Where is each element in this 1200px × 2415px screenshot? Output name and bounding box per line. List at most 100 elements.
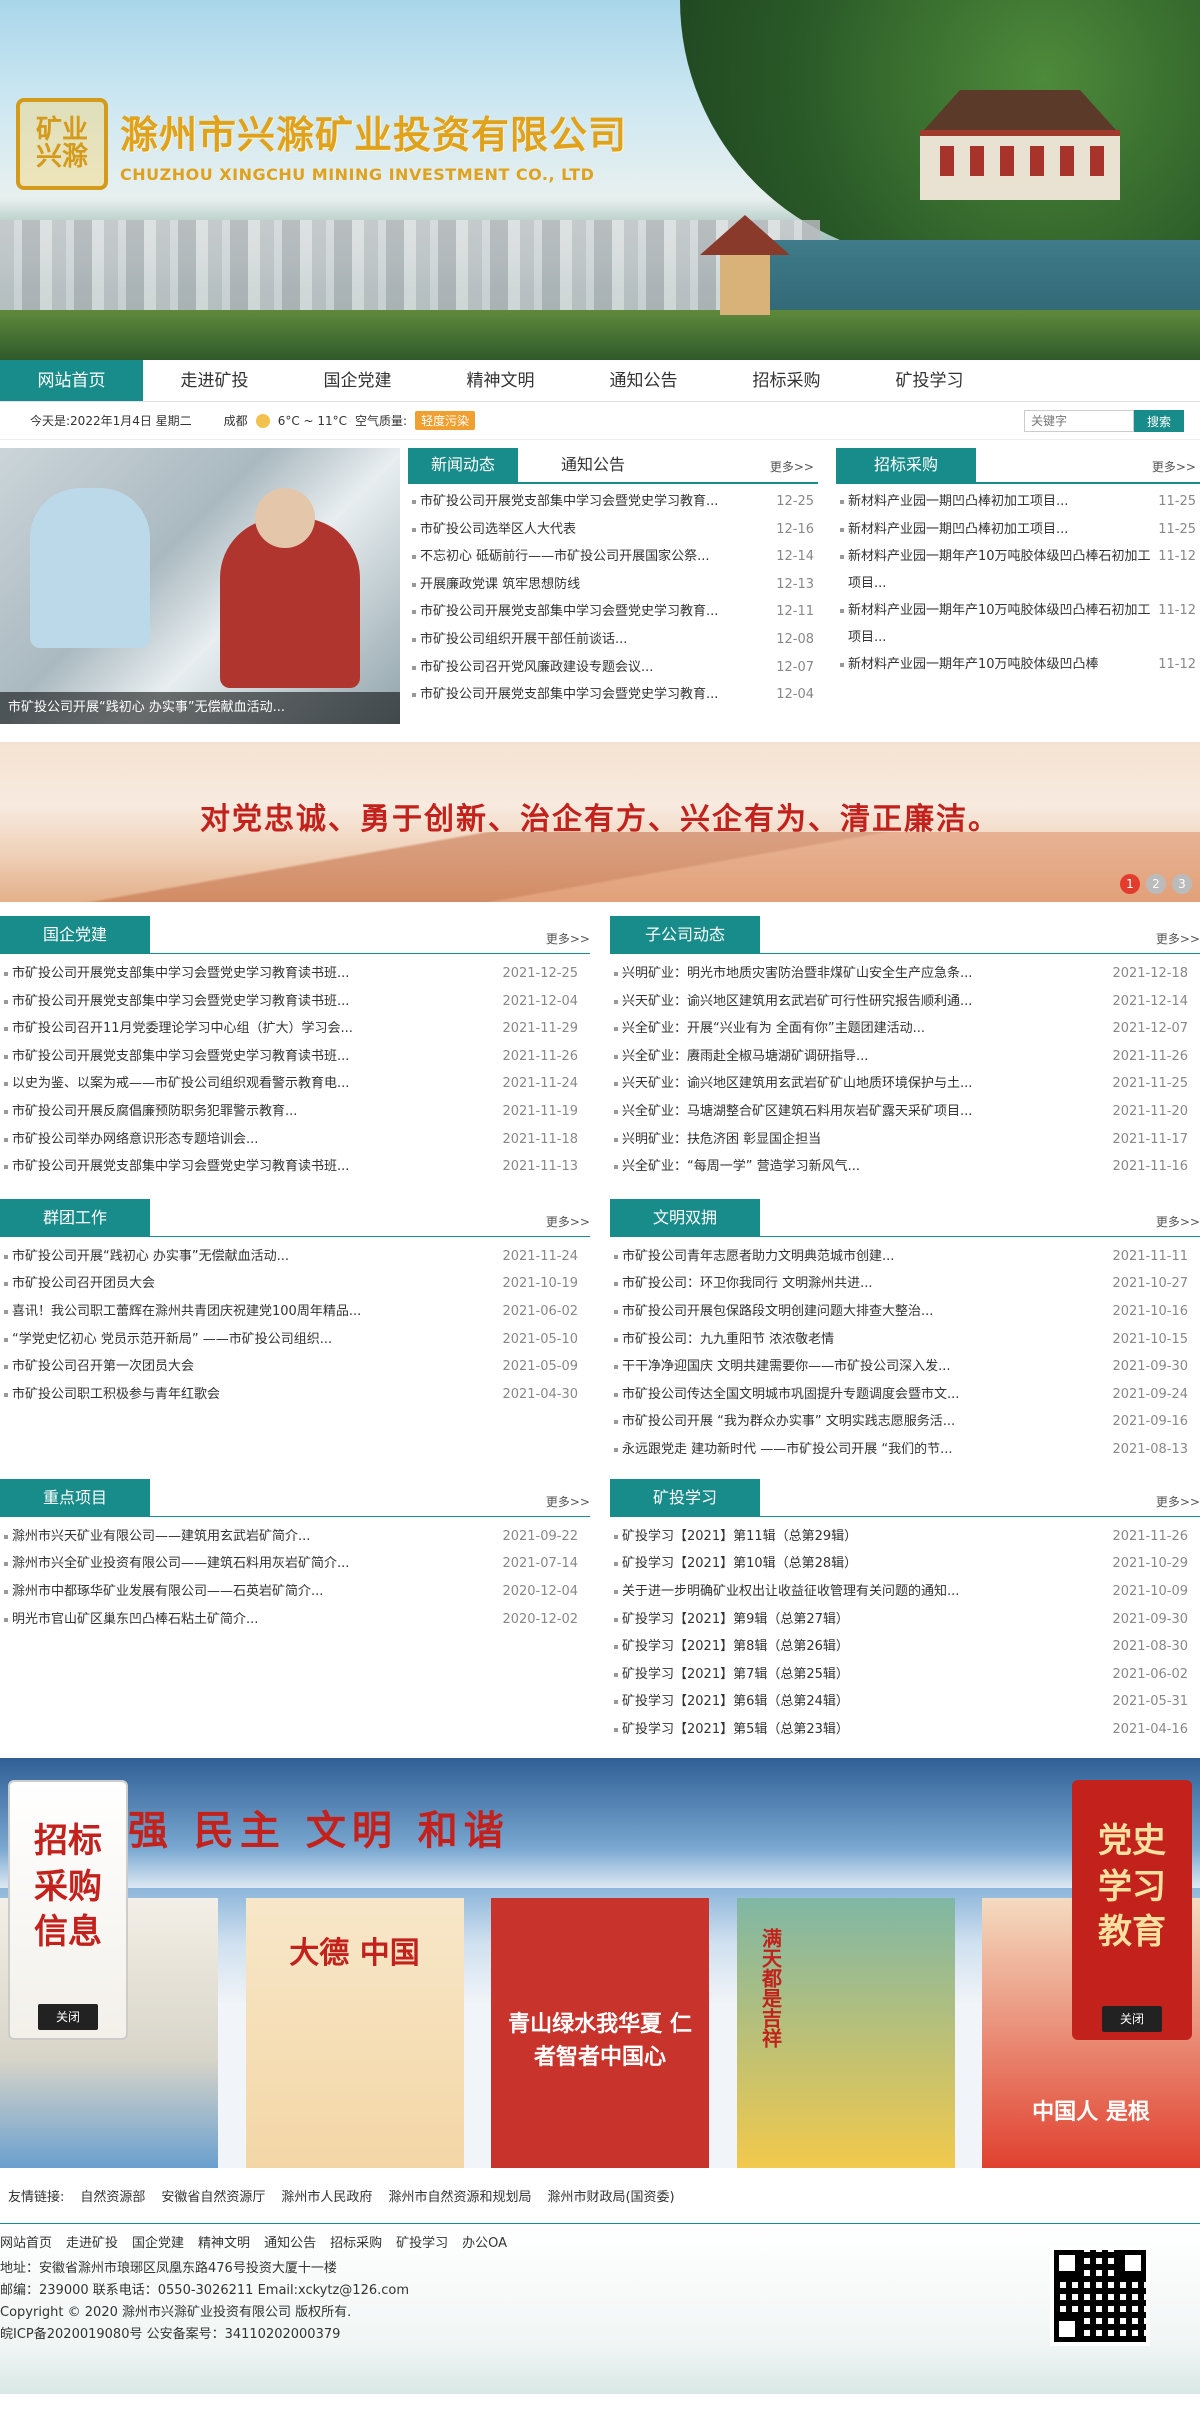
list-item[interactable]: 市矿投公司青年志愿者助力文明典范城市创建... 2021-11-11 xyxy=(610,1243,1200,1271)
poster[interactable]: 青山绿水我华夏 仁者智者中国心 xyxy=(491,1897,709,2168)
list-item[interactable]: 永远跟党走 建功新时代 ——市矿投公司开展 “我们的节... 2021-08-13 xyxy=(610,1436,1200,1464)
list-item[interactable]: 关于进一步明确矿业权出让收益征收管理有关问题的通知... 2021-10-09 xyxy=(610,1578,1200,1606)
list-item-title[interactable]: 市矿投公司举办网络意识形态专题培训会... xyxy=(12,1126,258,1154)
list-item[interactable]: 矿投学习【2021】第7辑（总第25辑） 2021-06-02 xyxy=(610,1661,1200,1689)
friend-link[interactable]: 滁州市自然资源和规划局 xyxy=(388,2186,531,2205)
friend-link[interactable]: 滁州市财政局(国资委) xyxy=(547,2186,674,2205)
list-item[interactable]: 兴全矿业：赓雨赴全椒马塘湖矿调研指导... 2021-11-26 xyxy=(610,1043,1200,1071)
list-item-title[interactable]: 以史为鉴、以案为戒——市矿投公司组织观看警示教育电... xyxy=(12,1070,349,1098)
list-item-title[interactable]: 新材料产业园一期年产10万吨胶体级凹凸棒石初加工项目... xyxy=(848,543,1152,597)
list-item-title[interactable]: 矿投学习【2021】第5辑（总第23辑） xyxy=(622,1716,849,1744)
list-item-title[interactable]: 不忘初心 砥砺前行——市矿投公司开展国家公祭... xyxy=(420,543,710,571)
list-item[interactable]: 新材料产业园一期年产10万吨胶体级凹凸棒 11-12 xyxy=(836,651,1200,679)
friend-link[interactable]: 滁州市人民政府 xyxy=(281,2186,372,2205)
list-item[interactable]: 市矿投公司开展反腐倡廉预防职务犯罪警示教育... 2021-11-19 xyxy=(0,1098,590,1126)
section-title[interactable]: 矿投学习 xyxy=(610,1478,760,1517)
nav-learning[interactable]: 矿投学习 xyxy=(858,360,1001,401)
list-item-title[interactable]: 市矿投公司开展党支部集中学习会暨党史学习教育... xyxy=(420,488,718,516)
footer-link[interactable]: 精神文明 xyxy=(198,2230,250,2258)
list-item-title[interactable]: 矿投学习【2021】第10辑（总第28辑） xyxy=(622,1550,857,1578)
list-item[interactable]: 市矿投公司召开11月党委理论学习中心组（扩大）学习会... 2021-11-29 xyxy=(0,1015,590,1043)
section-more-link[interactable]: 更多>> xyxy=(1156,1213,1200,1230)
tab-notices[interactable]: 通知公告 xyxy=(518,448,668,482)
footer-icp[interactable]: 皖ICP备2020019080号 公安备案号：34110202000379 xyxy=(0,2324,1200,2346)
list-item[interactable]: 矿投学习【2021】第9辑（总第27辑） 2021-09-30 xyxy=(610,1606,1200,1634)
section-more-link[interactable]: 更多>> xyxy=(1156,930,1200,947)
pager-dot[interactable]: 3 xyxy=(1172,874,1192,894)
list-item[interactable]: 市矿投公司召开团员大会 2021-10-19 xyxy=(0,1270,590,1298)
list-item[interactable]: 新材料产业园一期凹凸棒初加工项目... 11-25 xyxy=(836,488,1200,516)
list-item-title[interactable]: 市矿投公司召开团员大会 xyxy=(12,1270,155,1298)
list-item-title[interactable]: 市矿投公司开展党支部集中学习会暨党史学习教育读书班... xyxy=(12,1043,349,1071)
list-item-title[interactable]: 明光市官山矿区巢东凹凸棒石粘土矿简介... xyxy=(12,1606,258,1634)
nav-home[interactable]: 网站首页 xyxy=(0,360,143,401)
section-title[interactable]: 文明双拥 xyxy=(610,1198,760,1237)
list-item-title[interactable]: “学党史忆初心 党员示范开新局” ——市矿投公司组织... xyxy=(12,1326,332,1354)
list-item-title[interactable]: 市矿投公司青年志愿者助力文明典范城市创建... xyxy=(622,1243,894,1271)
list-item[interactable]: 市矿投公司开展党支部集中学习会暨党史学习教育读书班... 2021-11-13 xyxy=(0,1153,590,1181)
list-item-title[interactable]: 兴全矿业：开展“兴业有为 全面有你”主题团建活动... xyxy=(622,1015,925,1043)
list-item-title[interactable]: 兴天矿业：谕兴地区建筑用玄武岩矿可行性研究报告顺利通... xyxy=(622,988,972,1016)
list-item-title[interactable]: 市矿投公司开展包保路段文明创建问题大排查大整治... xyxy=(622,1298,933,1326)
list-item-title[interactable]: 滁州市兴天矿业有限公司——建筑用玄武岩矿简介... xyxy=(12,1523,310,1551)
list-item-title[interactable]: 市矿投公司开展党支部集中学习会暨党史学习教育读书班... xyxy=(12,988,349,1016)
poster[interactable]: 满天都是吉祥 xyxy=(736,1897,955,2168)
list-item-title[interactable]: 永远跟党走 建功新时代 ——市矿投公司开展 “我们的节... xyxy=(622,1436,953,1464)
list-item[interactable]: 以史为鉴、以案为戒——市矿投公司组织观看警示教育电... 2021-11-24 xyxy=(0,1070,590,1098)
list-item[interactable]: 兴明矿业：明光市地质灾害防治暨非煤矿山安全生产应急条... 2021-12-18 xyxy=(610,960,1200,988)
bidding-more-link[interactable]: 更多>> xyxy=(1152,458,1196,475)
list-item-title[interactable]: 市矿投公司职工积极参与青年红歌会 xyxy=(12,1381,220,1409)
poster[interactable]: 大德 中国 xyxy=(245,1897,464,2168)
list-item[interactable]: 市矿投公司开展包保路段文明创建问题大排查大整治... 2021-10-16 xyxy=(610,1298,1200,1326)
motto-banner[interactable]: 对党忠诚、勇于创新、治企有方、兴企有为、清正廉洁。 1 2 3 xyxy=(0,742,1200,902)
list-item[interactable]: 明光市官山矿区巢东凹凸棒石粘土矿简介... 2020-12-02 xyxy=(0,1606,590,1634)
list-item-title[interactable]: 市矿投公司开展党支部集中学习会暨党史学习教育... xyxy=(420,598,718,626)
list-item[interactable]: 滁州市中都琢华矿业发展有限公司——石英岩矿简介... 2020-12-04 xyxy=(0,1578,590,1606)
section-more-link[interactable]: 更多>> xyxy=(1156,1493,1200,1510)
list-item[interactable]: 市矿投公司传达全国文明城市巩固提升专题调度会暨市文... 2021-09-24 xyxy=(610,1381,1200,1409)
list-item[interactable]: 市矿投公司开展党支部集中学习会暨党史学习教育读书班... 2021-11-26 xyxy=(0,1043,590,1071)
list-item[interactable]: 兴全矿业：开展“兴业有为 全面有你”主题团建活动... 2021-12-07 xyxy=(610,1015,1200,1043)
list-item[interactable]: “学党史忆初心 党员示范开新局” ——市矿投公司组织... 2021-05-10 xyxy=(0,1326,590,1354)
list-item[interactable]: 兴全矿业：“每周一学” 营造学习新风气... 2021-11-16 xyxy=(610,1153,1200,1181)
nav-party[interactable]: 国企党建 xyxy=(286,360,429,401)
list-item[interactable]: 滁州市兴全矿业投资有限公司——建筑石料用灰岩矿简介... 2021-07-14 xyxy=(0,1550,590,1578)
list-item[interactable]: 市矿投公司开展党支部集中学习会暨党史学习教育... 12-11 xyxy=(408,598,818,626)
pager-dot[interactable]: 2 xyxy=(1146,874,1166,894)
news-more-link[interactable]: 更多>> xyxy=(770,458,814,475)
list-item-title[interactable]: 滁州市兴全矿业投资有限公司——建筑石料用灰岩矿简介... xyxy=(12,1550,349,1578)
footer-link[interactable]: 招标采购 xyxy=(330,2230,382,2258)
list-item-title[interactable]: 新材料产业园一期凹凸棒初加工项目... xyxy=(848,516,1068,544)
close-button[interactable]: 关闭 xyxy=(38,2003,98,2030)
list-item-title[interactable]: 新材料产业园一期年产10万吨胶体级凹凸棒石初加工项目... xyxy=(848,597,1152,651)
list-item[interactable]: 市矿投公司开展“践初心 办实事”无偿献血活动... 2021-11-24 xyxy=(0,1243,590,1271)
section-more-link[interactable]: 更多>> xyxy=(546,1493,590,1510)
list-item[interactable]: 市矿投公司开展党支部集中学习会暨党史学习教育... 12-25 xyxy=(408,488,818,516)
list-item-title[interactable]: 喜讯！我公司职工蕾辉在滁州共青团庆祝建党100周年精品... xyxy=(12,1298,361,1326)
section-title[interactable]: 群团工作 xyxy=(0,1198,150,1237)
list-item[interactable]: 矿投学习【2021】第11辑（总第29辑） 2021-11-26 xyxy=(610,1523,1200,1551)
list-item-title[interactable]: 矿投学习【2021】第9辑（总第27辑） xyxy=(622,1606,849,1634)
tab-bidding[interactable]: 招标采购 xyxy=(836,448,976,482)
list-item-title[interactable]: 兴天矿业：谕兴地区建筑用玄武岩矿矿山地质环境保护与土... xyxy=(622,1070,972,1098)
list-item[interactable]: 开展廉政党课 筑牢思想防线 12-13 xyxy=(408,571,818,599)
footer-link[interactable]: 网站首页 xyxy=(0,2230,52,2258)
list-item[interactable]: 喜讯！我公司职工蕾辉在滁州共青团庆祝建党100周年精品... 2021-06-02 xyxy=(0,1298,590,1326)
list-item-title[interactable]: 市矿投公司：环卫你我同行 文明滁州共进... xyxy=(622,1270,873,1298)
list-item[interactable]: 干干净净迎国庆 文明共建需要你——市矿投公司深入发... 2021-09-30 xyxy=(610,1353,1200,1381)
list-item[interactable]: 市矿投公司举办网络意识形态专题培训会... 2021-11-18 xyxy=(0,1126,590,1154)
list-item-title[interactable]: 新材料产业园一期凹凸棒初加工项目... xyxy=(848,488,1068,516)
section-title[interactable]: 子公司动态 xyxy=(610,916,760,954)
floating-ad-bidding[interactable]: 招标采购信息 关闭 xyxy=(8,1779,128,2040)
list-item-title[interactable]: 市矿投公司组织开展干部任前谈话... xyxy=(420,626,627,654)
list-item-title[interactable]: 市矿投公司开展反腐倡廉预防职务犯罪警示教育... xyxy=(12,1098,297,1126)
list-item-title[interactable]: 矿投学习【2021】第8辑（总第26辑） xyxy=(622,1633,849,1661)
list-item[interactable]: 市矿投公司组织开展干部任前谈话... 12-08 xyxy=(408,626,818,654)
list-item-title[interactable]: 矿投学习【2021】第7辑（总第25辑） xyxy=(622,1661,849,1689)
list-item-title[interactable]: 兴全矿业：赓雨赴全椒马塘湖矿调研指导... xyxy=(622,1043,868,1071)
list-item[interactable]: 不忘初心 砥砺前行——市矿投公司开展国家公祭... 12-14 xyxy=(408,543,818,571)
list-item-title[interactable]: 兴明矿业：扶危济困 彰显国企担当 xyxy=(622,1126,821,1154)
list-item[interactable]: 兴天矿业：谕兴地区建筑用玄武岩矿矿山地质环境保护与土... 2021-11-25 xyxy=(610,1070,1200,1098)
footer-link[interactable]: 办公OA xyxy=(462,2230,507,2258)
search-button[interactable]: 搜索 xyxy=(1134,410,1184,432)
